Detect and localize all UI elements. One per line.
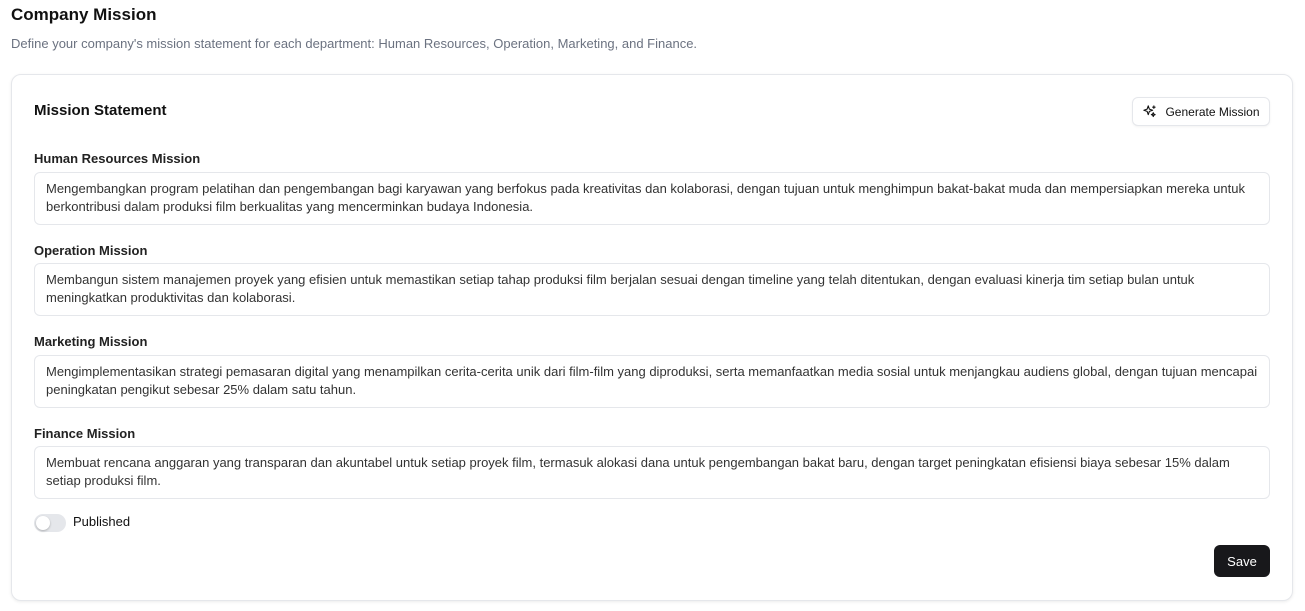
hr-mission-field[interactable]: Mengembangkan program pelatihan dan peng… xyxy=(34,172,1270,225)
page-subtitle: Define your company's mission statement … xyxy=(11,36,698,51)
sparkles-icon xyxy=(1142,104,1157,119)
finance-mission-field[interactable]: Membuat rencana anggaran yang transparan… xyxy=(34,446,1270,499)
card-title: Mission Statement xyxy=(34,102,167,119)
mission-card: Mission Statement Generate Mission Human… xyxy=(11,74,1293,601)
generate-mission-label: Generate Mission xyxy=(1165,104,1260,119)
hr-mission-label: Human Resources Mission xyxy=(34,151,201,166)
published-toggle[interactable] xyxy=(34,514,66,532)
generate-mission-button[interactable]: Generate Mission xyxy=(1132,97,1270,126)
published-label: Published xyxy=(73,514,131,529)
marketing-mission-label: Marketing Mission xyxy=(34,334,148,349)
operation-mission-field[interactable]: Membangun sistem manajemen proyek yang e… xyxy=(34,263,1270,316)
finance-mission-label: Finance Mission xyxy=(34,426,136,441)
page-title: Company Mission xyxy=(11,5,157,24)
operation-mission-label: Operation Mission xyxy=(34,243,148,258)
marketing-mission-field[interactable]: Mengimplementasikan strategi pemasaran d… xyxy=(34,355,1270,408)
toggle-knob xyxy=(36,516,50,530)
save-button[interactable]: Save xyxy=(1214,545,1270,577)
